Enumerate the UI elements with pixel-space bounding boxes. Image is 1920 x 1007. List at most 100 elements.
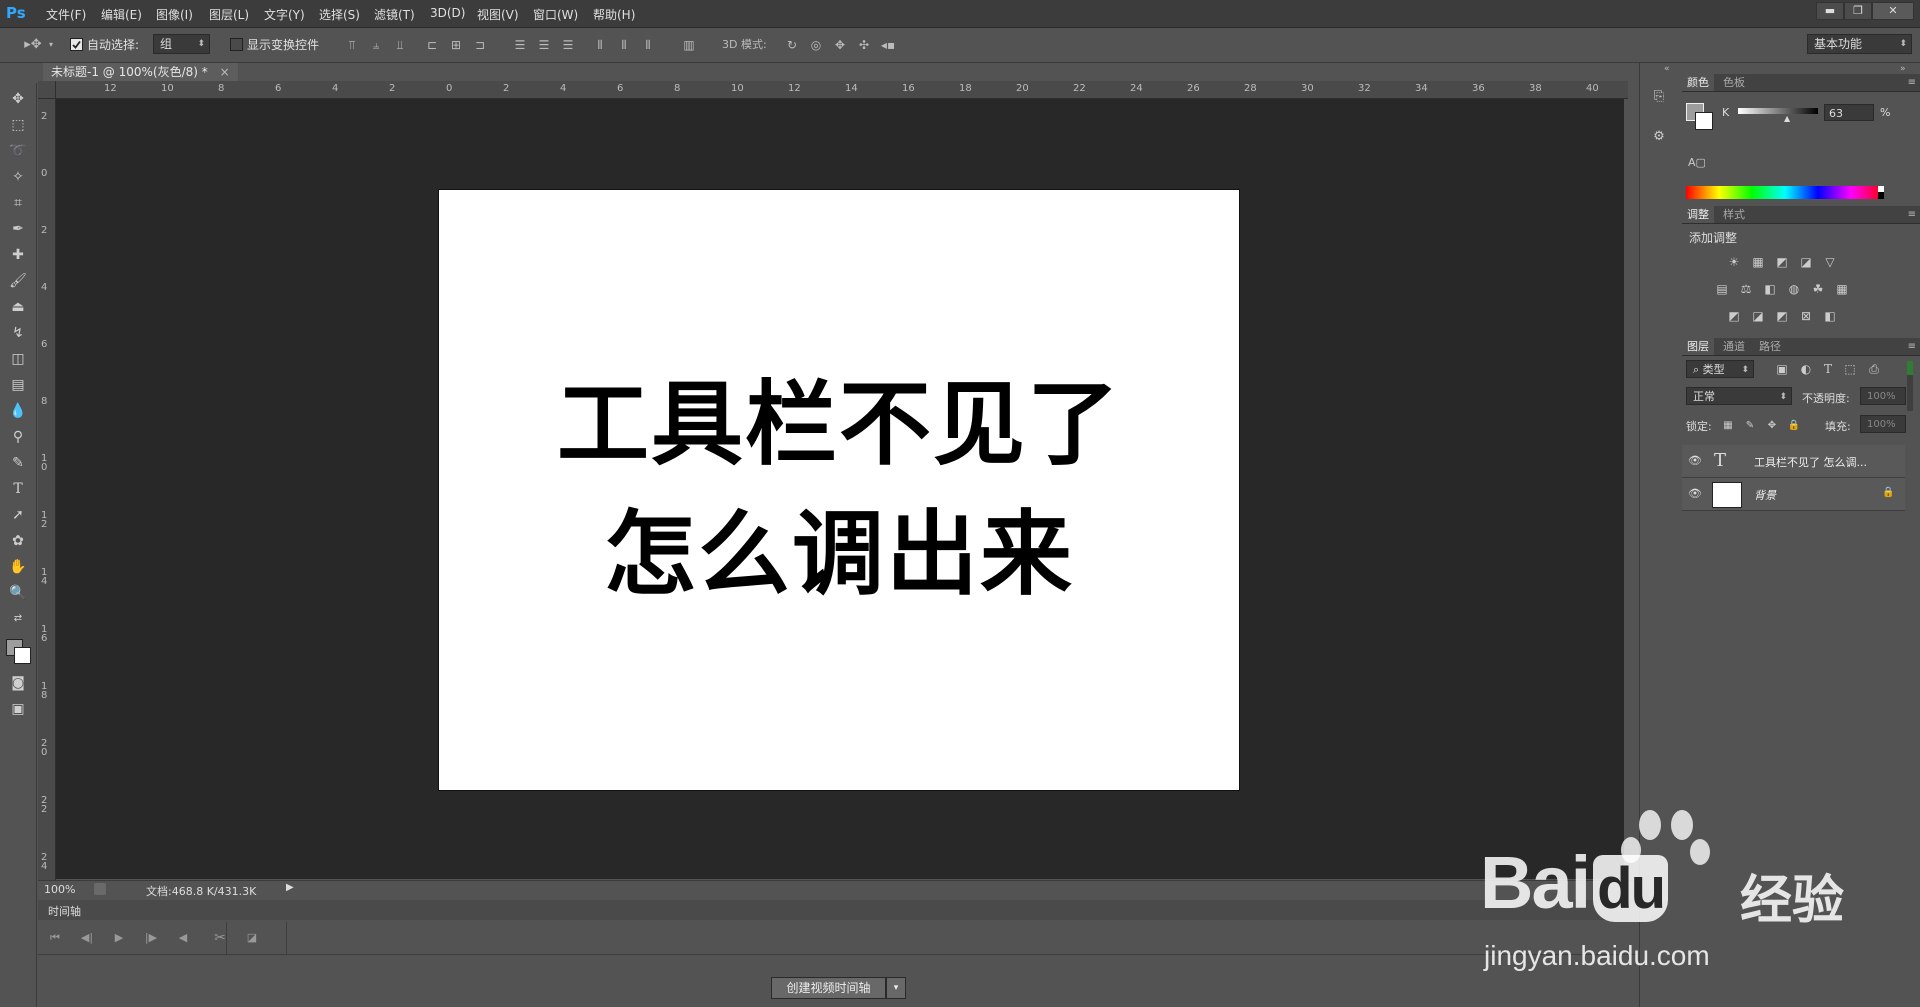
create-video-timeline-button[interactable]: 创建视频时间轴 <box>771 977 886 999</box>
menu-filter[interactable]: 滤镜(T) <box>374 6 415 23</box>
vibrance-icon[interactable]: ▽ <box>1822 254 1838 270</box>
layer-row-text[interactable]: 👁 T 工具栏不见了 怎么调... <box>1682 445 1905 478</box>
custom-shape-tool-icon[interactable]: ✿ <box>8 531 28 551</box>
menu-view[interactable]: 视图(V) <box>477 6 519 23</box>
distribute-left-icon[interactable]: ⦀ <box>592 37 608 53</box>
lock-transparent-icon[interactable]: ▦ <box>1720 418 1736 434</box>
channel-mixer-icon[interactable]: ☘ <box>1810 281 1826 297</box>
3d-slide-icon[interactable]: ✣ <box>856 37 872 53</box>
restore-icon[interactable]: ❐ <box>1844 2 1872 20</box>
3d-roll-icon[interactable]: ◎ <box>808 37 824 53</box>
curves-icon[interactable]: ◩ <box>1774 254 1790 270</box>
minimize-icon[interactable]: ▬ <box>1816 2 1844 20</box>
layer-row-background[interactable]: 👁 背景 🔒 <box>1682 478 1905 511</box>
next-frame-icon[interactable]: |▶ <box>143 930 159 946</box>
black-white-icon[interactable]: ◧ <box>1762 281 1778 297</box>
gradient-map-icon[interactable]: ◧ <box>1822 308 1838 324</box>
audio-icon[interactable]: ◀ <box>175 930 191 946</box>
healing-brush-tool-icon[interactable]: ✚ <box>8 245 28 265</box>
auto-select-checkbox[interactable] <box>70 38 83 51</box>
eyedropper-tool-icon[interactable]: ✒ <box>8 219 28 239</box>
close-icon[interactable]: ✕ <box>1872 2 1914 20</box>
eye-visibility-icon[interactable]: 👁 <box>1688 487 1702 500</box>
invert-icon[interactable]: ◩ <box>1726 308 1742 324</box>
lasso-tool-icon[interactable]: ➰ <box>8 141 28 161</box>
blend-mode-dropdown[interactable]: 正常 ⬍ <box>1686 387 1792 405</box>
threshold-icon[interactable]: ◩ <box>1774 308 1790 324</box>
properties-panel-icon[interactable]: ⚙ <box>1648 126 1670 148</box>
fill-input[interactable]: 100% <box>1860 415 1906 433</box>
workspace-dropdown[interactable]: 基本功能 ⬍ <box>1807 34 1912 54</box>
menu-help[interactable]: 帮助(H) <box>593 6 635 23</box>
color-lookup-icon[interactable]: ▦ <box>1834 281 1850 297</box>
slider-thumb-icon[interactable]: ▲ <box>1784 114 1790 123</box>
crop-tool-icon[interactable]: ⌗ <box>8 193 28 213</box>
filter-smart-icon[interactable]: ⎙ <box>1866 361 1882 377</box>
tab-styles[interactable]: 样式 <box>1718 206 1750 223</box>
tab-paths[interactable]: 路径 <box>1754 338 1786 355</box>
distribute-hcenter-icon[interactable]: ⦀ <box>616 37 632 53</box>
background-color-swatch[interactable] <box>14 647 31 664</box>
menu-layer[interactable]: 图层(L) <box>209 6 249 23</box>
eye-visibility-icon[interactable]: 👁 <box>1688 454 1702 467</box>
pen-tool-icon[interactable]: ✎ <box>8 453 28 473</box>
status-menu-arrow-icon[interactable]: ▶ <box>286 882 294 893</box>
show-transform-checkbox[interactable] <box>230 38 243 51</box>
menu-edit[interactable]: 编辑(E) <box>101 6 142 23</box>
timeline-tab[interactable]: 时间轴 <box>48 903 81 919</box>
color-value-input[interactable]: 63 <box>1824 104 1874 121</box>
magic-wand-tool-icon[interactable]: ✧ <box>8 167 28 187</box>
eraser-tool-icon[interactable]: ◫ <box>8 349 28 369</box>
3d-orbit-icon[interactable]: ↻ <box>784 37 800 53</box>
document-canvas[interactable]: 工具栏不见了 怎么调出来 <box>439 190 1239 790</box>
align-bottom-icon[interactable]: ⫫ <box>392 37 408 53</box>
type-tool-icon[interactable]: T <box>8 479 28 499</box>
color-spectrum-bar[interactable] <box>1686 186 1884 199</box>
previous-frame-icon[interactable]: ◀| <box>79 930 95 946</box>
expand-arrows-icon[interactable]: » <box>1900 64 1906 74</box>
history-panel-icon[interactable]: ⎘ <box>1648 86 1670 108</box>
lock-position-icon[interactable]: ✥ <box>1764 418 1780 434</box>
menu-type[interactable]: 文字(Y) <box>264 6 305 23</box>
move-tool-icon[interactable]: ✥ <box>8 89 28 109</box>
3d-scale-icon[interactable]: ◂▪ <box>880 37 896 53</box>
hue-saturation-icon[interactable]: ▤ <box>1714 281 1730 297</box>
proof-icon[interactable] <box>94 883 106 895</box>
levels-icon[interactable]: ▦ <box>1750 254 1766 270</box>
zoom-tool-icon[interactable]: 🔍 <box>8 583 28 603</box>
zoom-level[interactable]: 100% <box>44 883 75 896</box>
align-top-icon[interactable]: ⫪ <box>344 37 360 53</box>
filter-toggle-track[interactable] <box>1907 361 1913 411</box>
blur-tool-icon[interactable]: 💧 <box>8 401 28 421</box>
distribute-vcenter-icon[interactable]: ☰ <box>536 37 552 53</box>
menu-window[interactable]: 窗口(W) <box>533 6 578 23</box>
distribute-right-icon[interactable]: ⦀ <box>640 37 656 53</box>
hand-tool-icon[interactable]: ✋ <box>8 557 28 577</box>
posterize-icon[interactable]: ◪ <box>1750 308 1766 324</box>
ruler-origin[interactable] <box>38 81 56 99</box>
panel-menu-icon[interactable]: ≡ <box>1908 206 1916 223</box>
document-tab[interactable]: 未标题-1 @ 100%(灰色/8) * × <box>43 63 238 81</box>
panel-menu-icon[interactable]: ≡ <box>1908 338 1916 355</box>
distribute-bottom-icon[interactable]: ☰ <box>560 37 576 53</box>
quick-mask-icon[interactable]: ◙ <box>8 673 28 693</box>
panel-menu-icon[interactable]: ≡ <box>1908 74 1916 91</box>
filter-type-icon[interactable]: T <box>1820 361 1836 377</box>
dodge-tool-icon[interactable]: ⚲ <box>8 427 28 447</box>
screen-mode-icon[interactable]: ▣ <box>8 699 28 719</box>
opacity-input[interactable]: 100% <box>1860 387 1906 405</box>
chevron-down-icon[interactable]: ▾ <box>886 977 906 999</box>
align-hcenter-icon[interactable]: ⊞ <box>448 37 464 53</box>
auto-select-dropdown[interactable]: 组 ⬍ <box>153 34 210 54</box>
menu-select[interactable]: 选择(S) <box>319 6 360 23</box>
distribute-top-icon[interactable]: ☰ <box>512 37 528 53</box>
collapse-arrows-icon[interactable]: « <box>1664 64 1670 74</box>
gradient-tool-icon[interactable]: ▤ <box>8 375 28 395</box>
align-right-icon[interactable]: ⊐ <box>472 37 488 53</box>
tab-adjustments[interactable]: 调整 <box>1682 206 1714 223</box>
photo-filter-icon[interactable]: ◍ <box>1786 281 1802 297</box>
filter-shape-icon[interactable]: ⬚ <box>1842 361 1858 377</box>
tab-layers[interactable]: 图层 <box>1682 338 1714 355</box>
path-selection-tool-icon[interactable]: ➚ <box>8 505 28 525</box>
color-balance-icon[interactable]: ⚖ <box>1738 281 1754 297</box>
